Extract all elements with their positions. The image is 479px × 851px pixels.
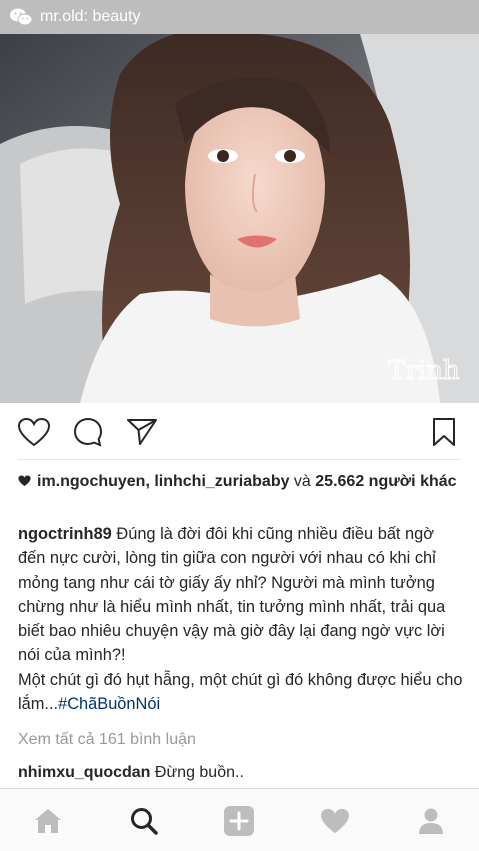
comment-item: nhimxu_quocdan Đừng buồn..	[18, 764, 244, 782]
liker-names[interactable]: im.ngochuyen, linhchi_zuriababy	[37, 473, 289, 490]
share-button[interactable]	[126, 417, 158, 447]
caption-text: Đúng là đời đôi khi cũng nhiều điều bất …	[18, 525, 446, 665]
divider	[18, 459, 461, 460]
post-photo[interactable]: Trinh	[0, 34, 479, 403]
likes-connector: và	[289, 473, 316, 490]
wechat-icon	[10, 8, 32, 26]
add-post-icon	[224, 806, 254, 836]
speech-bubble-icon	[73, 417, 103, 447]
bookmark-icon	[433, 418, 455, 446]
photo-overlay-text: Trinh	[388, 356, 460, 386]
save-button[interactable]	[428, 417, 460, 447]
home-icon	[35, 809, 61, 833]
search-icon	[131, 808, 158, 835]
caption-username[interactable]: ngoctrinh89	[18, 525, 112, 543]
action-row	[0, 405, 479, 457]
comment-button[interactable]	[72, 417, 104, 447]
paper-plane-icon	[127, 419, 157, 445]
small-heart-icon	[18, 475, 31, 487]
tab-profile[interactable]	[414, 804, 448, 838]
profile-icon	[419, 808, 443, 834]
watermark-bar: mr.old: beauty	[0, 0, 479, 34]
likes-count[interactable]: 25.662 người khác	[315, 473, 456, 490]
caption-hashtag[interactable]: #ChãBuồnNói	[58, 695, 160, 713]
comment-text: Đừng buồn..	[150, 764, 244, 781]
activity-heart-icon	[321, 808, 349, 833]
tab-activity[interactable]	[318, 804, 352, 838]
tab-add-post[interactable]	[222, 804, 256, 838]
likes-line: im.ngochuyen, linhchi_zuriababy và 25.66…	[18, 470, 458, 493]
post-caption: ngoctrinh89 Đúng là đời đôi khi cũng nhi…	[18, 522, 464, 716]
comment-username[interactable]: nhimxu_quocdan	[18, 764, 150, 781]
tab-home[interactable]	[31, 804, 65, 838]
bottom-tab-bar	[0, 788, 479, 851]
like-button[interactable]	[18, 417, 50, 447]
view-all-comments-link[interactable]: Xem tất cả 161 bình luận	[18, 731, 196, 749]
heart-outline-icon	[18, 417, 50, 446]
portrait-image: Trinh	[0, 34, 479, 403]
tab-search[interactable]	[127, 804, 161, 838]
watermark-text: mr.old: beauty	[40, 8, 141, 25]
